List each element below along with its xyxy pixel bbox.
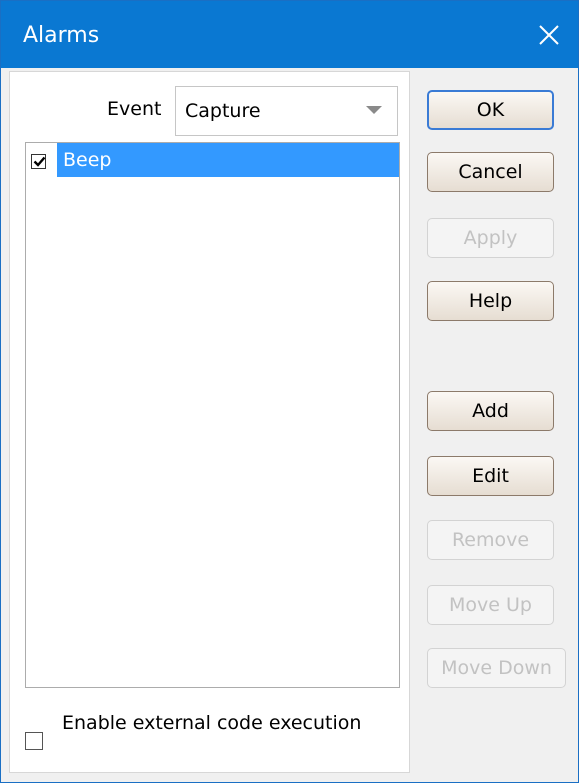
- external-code-label: Enable external code execution: [62, 712, 362, 734]
- help-button[interactable]: Help: [427, 281, 554, 321]
- alarm-panel: Event Capture Beep Enable external code …: [9, 71, 410, 773]
- move-up-button[interactable]: Move Up: [427, 585, 554, 625]
- window-title: Alarms: [23, 23, 100, 48]
- title-bar: Alarms: [1, 1, 578, 68]
- edit-button[interactable]: Edit: [427, 456, 554, 496]
- event-label: Event: [107, 98, 162, 120]
- event-dropdown[interactable]: Capture: [175, 86, 398, 136]
- close-button[interactable]: [520, 1, 578, 68]
- external-code-checkbox[interactable]: [25, 732, 43, 750]
- add-button[interactable]: Add: [427, 391, 554, 431]
- dropdown-arrow-icon: [366, 106, 382, 114]
- move-down-button[interactable]: Move Down: [427, 648, 566, 688]
- cancel-button[interactable]: Cancel: [427, 152, 554, 192]
- event-dropdown-value: Capture: [185, 100, 261, 122]
- alarms-dialog: Alarms Event Capture Beep Enable externa…: [0, 0, 579, 783]
- apply-button[interactable]: Apply: [427, 218, 554, 258]
- ok-button[interactable]: OK: [427, 90, 554, 130]
- alarm-checkbox[interactable]: [31, 154, 46, 169]
- close-icon: [539, 24, 559, 45]
- checkmark-icon: [33, 156, 46, 167]
- remove-button[interactable]: Remove: [427, 520, 554, 560]
- list-item-label: Beep: [57, 143, 399, 177]
- alarm-list[interactable]: Beep: [25, 142, 400, 688]
- list-item[interactable]: Beep: [26, 143, 399, 177]
